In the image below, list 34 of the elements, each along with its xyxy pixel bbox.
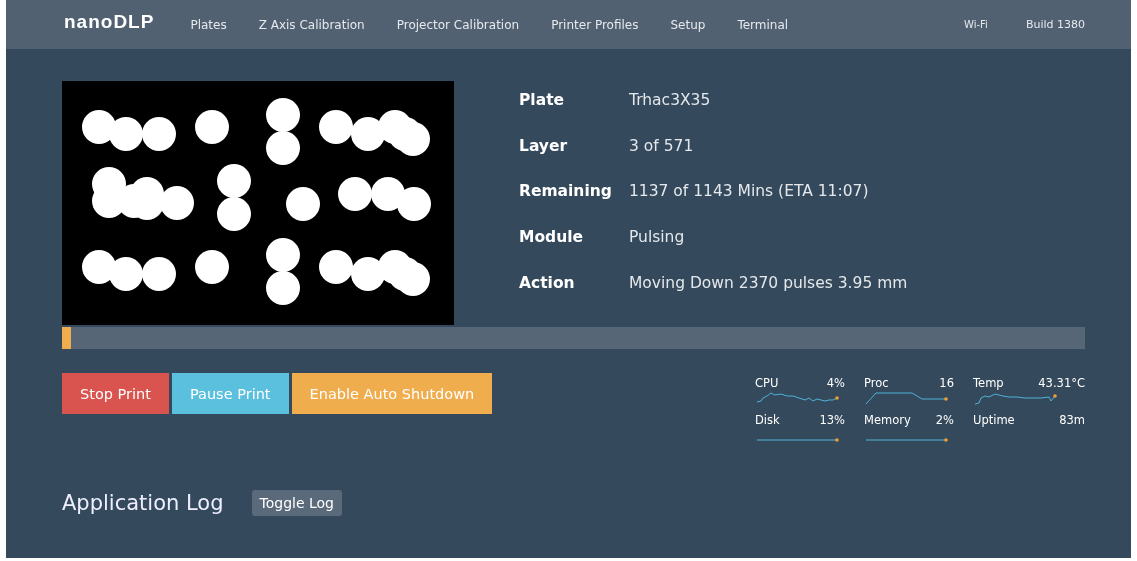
field-label: Module <box>519 228 585 247</box>
stat-label: Uptime <box>973 413 1015 427</box>
stat-value: 16 <box>939 376 954 390</box>
field-value: 3 of 571 <box>629 136 694 155</box>
stat-label: Temp <box>973 376 1004 390</box>
nav-link[interactable]: Z Axis Calibration <box>258 17 365 32</box>
toggle-log-button[interactable]: Toggle Log <box>251 490 342 516</box>
stat-label: Disk <box>755 413 780 427</box>
nav-link[interactable]: Build 1380 <box>1025 18 1085 31</box>
field-value: 1137 of 1143 Mins (ETA 11:07) <box>629 182 869 201</box>
stop-button[interactable]: Stop Print <box>62 373 169 414</box>
stat-value: 13% <box>819 413 845 427</box>
field-value: Moving Down 2370 pulses 3.95 mm <box>629 273 908 292</box>
stat-value: 43.31°C <box>1038 376 1085 390</box>
nav-link[interactable]: Terminal <box>737 17 789 32</box>
brand-logo[interactable]: nanoDLP <box>64 10 155 33</box>
field-label: Remaining <box>519 182 613 201</box>
field-label: Action <box>519 273 576 292</box>
field-label: Plate <box>519 91 566 109</box>
stat-value: 83m <box>1059 413 1085 427</box>
nav-link[interactable]: Wi-Fi <box>964 19 988 30</box>
field-value: Pulsing <box>629 228 685 247</box>
field-value: Trhac3X35 <box>629 91 711 109</box>
field-label: Layer <box>519 136 569 155</box>
nav-link[interactable]: Plates <box>190 17 227 32</box>
nav-link[interactable]: Setup <box>670 17 706 32</box>
nav-link[interactable]: Printer Profiles <box>551 17 639 32</box>
stat-value: 2% <box>935 413 954 427</box>
stat-label: CPU <box>755 376 779 390</box>
stat-value: 4% <box>826 376 845 390</box>
stat-label: Memory <box>864 413 911 427</box>
section-title: Application Log <box>62 491 224 515</box>
nav-link[interactable]: Projector Calibration <box>396 17 520 32</box>
stat-label: Proc <box>864 376 889 390</box>
